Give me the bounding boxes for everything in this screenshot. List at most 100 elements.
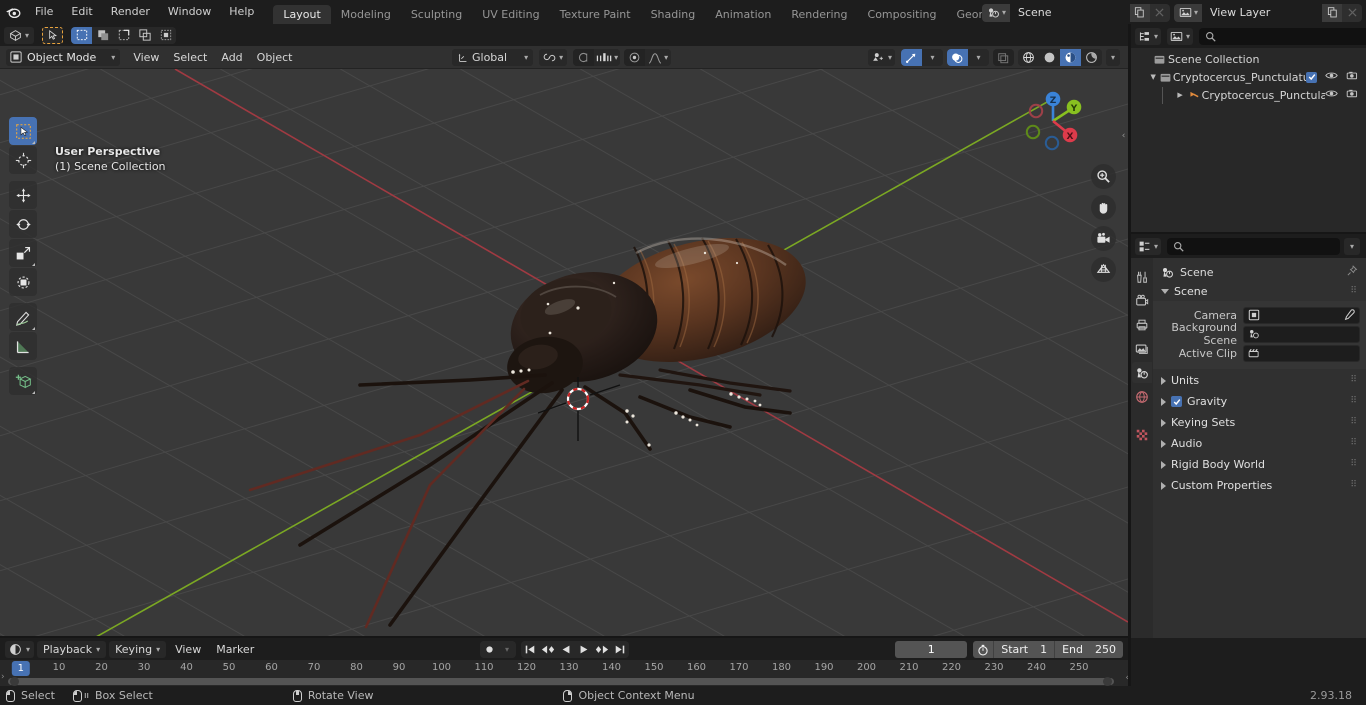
snap-magnet-icon[interactable]: ▾ [594, 49, 621, 66]
panel-scene[interactable]: Scene ⠿ Camera Background Scene Active C… [1153, 282, 1366, 369]
xray-group[interactable] [992, 49, 1014, 66]
toggle-xray-icon[interactable] [992, 49, 1014, 66]
workspace-tab-uv-editing[interactable]: UV Editing [472, 5, 549, 24]
visibility-eye-icon[interactable] [1325, 70, 1338, 84]
auto-keying-dropdown-icon[interactable]: ▾ [498, 641, 516, 658]
shading-mode-rendered[interactable] [1080, 49, 1102, 66]
outliner-checkbox[interactable] [1306, 71, 1317, 83]
shading-mode-solid[interactable] [1038, 49, 1060, 66]
start-frame-field[interactable]: Start 1 [993, 641, 1054, 658]
properties-editor[interactable]: ▾ ▾ Scene Scene ⠿ Camera Background Scen… [1131, 234, 1366, 638]
menu-window[interactable]: Window [159, 3, 220, 21]
panel-scene-header[interactable]: Scene ⠿ [1153, 282, 1366, 301]
outliner-editor[interactable]: ▾ ▾ ▾ Scene Collection ▼ Cryptocercus_Punc… [1131, 24, 1366, 234]
visibility-eye-icon[interactable] [1325, 88, 1338, 102]
timeline-view-menu[interactable]: View [169, 641, 207, 658]
snap-toggle[interactable]: ▾ [539, 49, 568, 66]
tool-measure[interactable] [9, 332, 37, 360]
menu-file[interactable]: File [26, 3, 62, 21]
pan-hand-icon[interactable] [1091, 195, 1116, 220]
chevron-down-icon[interactable]: ▼ [1147, 73, 1159, 81]
object-mode-dropdown[interactable]: Object Mode ▾ [6, 48, 121, 66]
panel-checkbox[interactable] [1171, 396, 1182, 407]
viewport-menu-view[interactable]: View [126, 49, 166, 66]
outliner-row[interactable]: ▶ Cryptocercus_Punctulatu [1131, 86, 1366, 104]
new-viewlayer-icon[interactable] [1322, 3, 1342, 22]
3d-viewport[interactable]: ▾ Object Mode ▾ View Select Add Object G… [0, 24, 1128, 638]
workspace-tab-animation[interactable]: Animation [705, 5, 781, 24]
prop-row-active-clip[interactable]: Active Clip [1153, 344, 1360, 362]
editor-type-icon[interactable]: ▾ [4, 26, 35, 44]
panel-units[interactable]: Units ⠿ [1153, 371, 1366, 390]
menu-edit[interactable]: Edit [62, 3, 101, 21]
collapsed-panels[interactable]: Units ⠿ Gravity ⠿ Keying Sets ⠿ Audio ⠿ Rigid Bo… [1153, 371, 1366, 495]
current-frame-field[interactable]: 1 [895, 641, 968, 658]
workspace-tab-texture-paint[interactable]: Texture Paint [550, 5, 641, 24]
divider-viewport-right[interactable] [1128, 24, 1131, 686]
jump-to-end-button[interactable] [611, 641, 629, 658]
show-overlays-icon[interactable] [946, 49, 968, 66]
tool-transform[interactable] [9, 268, 37, 296]
divider-outliner-properties[interactable] [1128, 232, 1366, 234]
properties-search-field[interactable] [1188, 239, 1334, 253]
timeline-playhead[interactable]: 1 [11, 661, 30, 676]
overlays-group[interactable]: ▾ [946, 49, 989, 66]
pin-icon[interactable] [1346, 264, 1358, 280]
end-frame-field[interactable]: End 250 [1054, 641, 1123, 658]
jump-to-next-keyframe-button[interactable] [593, 641, 611, 658]
properties-search-input[interactable] [1167, 237, 1340, 255]
jump-to-start-button[interactable] [521, 641, 539, 658]
gizmo-dropdown-icon[interactable]: ▾ [921, 49, 943, 66]
scene-name[interactable]: Scene [1009, 3, 1130, 22]
delete-viewlayer-icon[interactable] [1342, 3, 1362, 22]
properties-options-icon[interactable]: ▾ [1343, 237, 1360, 255]
shading-dropdown-icon[interactable]: ▾ [1105, 49, 1120, 66]
delete-scene-icon[interactable] [1149, 3, 1170, 22]
scene-browse-icon[interactable]: ▾ [981, 3, 1010, 22]
timeline-marker-menu[interactable]: Marker [210, 641, 260, 658]
properties-tab-strip[interactable] [1131, 258, 1153, 638]
toggle-ortho-icon[interactable] [1091, 257, 1116, 282]
use-preview-range-icon[interactable] [973, 641, 993, 658]
render-camera-icon[interactable] [1346, 88, 1359, 102]
outliner-search-input[interactable] [1199, 27, 1366, 45]
new-scene-icon[interactable] [1129, 3, 1150, 22]
background-scene-field[interactable] [1243, 325, 1360, 343]
outliner-display-mode-icon[interactable]: ▾ [1167, 27, 1194, 45]
tool-select-box[interactable] [9, 117, 37, 145]
view-layer-name[interactable]: View Layer [1202, 3, 1322, 22]
tool-move[interactable] [9, 181, 37, 209]
transport-buttons[interactable] [521, 641, 629, 658]
shading-mode-wireframe[interactable] [1017, 49, 1039, 66]
timeline-ruler[interactable]: 10 20 30 40 50 60 70 80 90 100 110 120 130 140 150 160 1… [0, 660, 1131, 678]
workspace-tab-layout[interactable]: Layout [273, 5, 331, 24]
timeline-sidebar-toggle[interactable]: › [1, 672, 5, 682]
tab-tool[interactable] [1132, 266, 1152, 287]
frame-range-group[interactable]: Start 1 End 250 [973, 641, 1123, 658]
panel-custom-properties[interactable]: Custom Properties ⠿ [1153, 476, 1366, 495]
viewport-menu-add[interactable]: Add [214, 49, 249, 66]
play-button[interactable] [575, 641, 593, 658]
select-intersect-icon[interactable] [155, 26, 177, 44]
prop-row-background-scene[interactable]: Background Scene [1153, 321, 1360, 347]
outliner-editor-type-icon[interactable]: ▾ [1135, 27, 1162, 45]
zoom-icon[interactable] [1091, 164, 1116, 189]
tool-scale[interactable] [9, 239, 37, 267]
show-gizmo-icon[interactable] [900, 49, 922, 66]
properties-content[interactable]: Scene Scene ⠿ Camera Background Scene Ac… [1153, 258, 1366, 638]
menu-render[interactable]: Render [102, 3, 159, 21]
outliner-row[interactable]: Scene Collection [1131, 50, 1366, 68]
outliner-tree[interactable]: Scene Collection ▼ Cryptocercus_Punctulatu… [1131, 48, 1366, 104]
proportional-edit-group[interactable]: ▾ [573, 49, 621, 66]
jump-to-prev-keyframe-button[interactable] [539, 641, 557, 658]
gizmo-group[interactable]: ▾ [900, 49, 943, 66]
properties-editor-type-icon[interactable]: ▾ [1135, 237, 1162, 255]
playback-menu[interactable]: Playback ▾ [37, 640, 107, 658]
tab-view-layer[interactable] [1132, 338, 1152, 359]
proportional-edit-icon[interactable] [573, 49, 595, 66]
viewport-sidebar-toggle[interactable]: ‹ [1119, 124, 1128, 148]
auto-keying-group[interactable]: ▾ [480, 641, 516, 658]
select-extend-icon[interactable] [92, 26, 114, 44]
play-reverse-button[interactable] [557, 641, 575, 658]
falloff-curve-icon[interactable]: ▾ [645, 49, 672, 66]
